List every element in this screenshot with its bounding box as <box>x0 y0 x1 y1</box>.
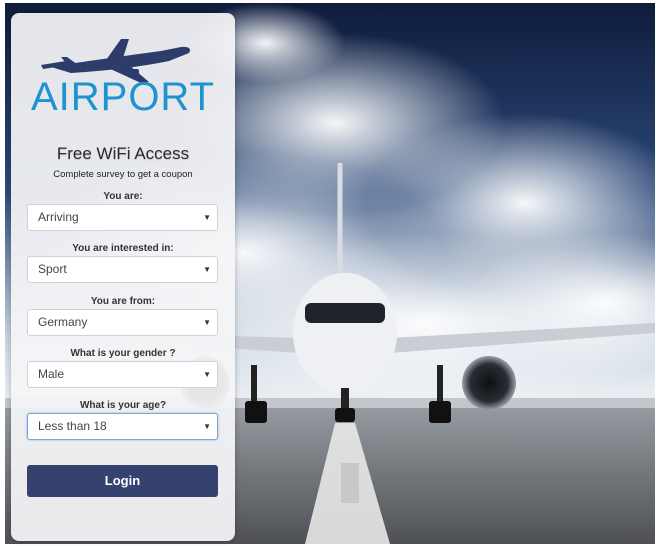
chevron-down-icon: ▼ <box>203 370 211 379</box>
chevron-down-icon: ▼ <box>203 318 211 327</box>
gender-field-label: What is your gender ? <box>70 348 176 359</box>
gender-select[interactable]: Male ▼ <box>27 361 218 388</box>
page-subtitle: Complete survey to get a coupon <box>53 169 193 180</box>
chevron-down-icon: ▼ <box>203 265 211 274</box>
page-title: Free WiFi Access <box>56 144 190 163</box>
interest-select-value: Sport <box>38 262 67 276</box>
airport-logo-text: AIRPORT <box>30 75 216 119</box>
gender-select-value: Male <box>38 367 65 381</box>
interest-field-label: You are interested in: <box>72 243 174 254</box>
origin-select[interactable]: Germany ▼ <box>27 309 218 336</box>
login-button[interactable]: Login <box>27 465 218 497</box>
interest-select[interactable]: Sport ▼ <box>27 256 218 283</box>
arrival-select[interactable]: Arriving ▼ <box>27 204 218 231</box>
age-field-label: What is your age? <box>79 400 167 411</box>
chevron-down-icon: ▼ <box>203 213 211 222</box>
origin-field-label: You are from: <box>90 296 156 307</box>
chevron-down-icon: ▼ <box>203 422 211 431</box>
survey-panel: AIRPORT Free WiFi Access Complete survey… <box>11 13 235 541</box>
airport-logo: AIRPORT <box>11 27 235 127</box>
age-select[interactable]: Less than 18 ▼ <box>27 413 218 440</box>
arrival-select-value: Arriving <box>38 210 79 224</box>
origin-select-value: Germany <box>38 315 88 329</box>
arrival-field-label: You are: <box>103 191 143 202</box>
age-select-value: Less than 18 <box>38 419 107 433</box>
